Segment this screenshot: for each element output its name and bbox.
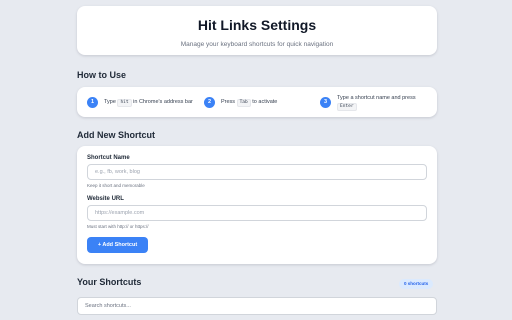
- website-url-input[interactable]: [87, 205, 427, 221]
- step-2: 2 Press Tab to activate: [204, 87, 314, 117]
- how-to-use-card: 1 Type hit in Chrome's address bar 2 Pre…: [77, 87, 437, 117]
- step-text: Type a shortcut name and press Enter: [337, 94, 416, 111]
- website-url-hint: Must start with http:// or https://: [87, 224, 149, 229]
- step-text: Press Tab to activate: [221, 98, 277, 107]
- how-to-use-heading: How to Use: [77, 70, 127, 80]
- search-shortcuts-input[interactable]: [77, 297, 437, 315]
- add-shortcut-button[interactable]: + Add Shortcut: [87, 237, 148, 253]
- add-shortcut-heading: Add New Shortcut: [77, 130, 155, 140]
- shortcut-name-hint: Keep it short and memorable: [87, 183, 145, 188]
- step-text-before: Press: [221, 98, 236, 105]
- website-url-label: Website URL: [87, 196, 124, 202]
- key-hit: hit: [117, 98, 132, 107]
- add-shortcut-form: Shortcut Name Keep it short and memorabl…: [77, 146, 437, 264]
- page-subtitle: Manage your keyboard shortcuts for quick…: [180, 41, 334, 48]
- shortcut-name-input[interactable]: [87, 164, 427, 180]
- step-text-before: Type a shortcut name and press: [337, 94, 416, 101]
- key-enter: Enter: [337, 102, 357, 111]
- step-3: 3 Type a shortcut name and press Enter: [320, 87, 432, 117]
- add-shortcut-button-label: + Add Shortcut: [97, 242, 138, 248]
- shortcut-count-badge: 0 shortcuts: [399, 279, 434, 289]
- shortcut-name-label: Shortcut Name: [87, 155, 130, 161]
- step-number: 2: [204, 96, 215, 108]
- step-number: 1: [87, 96, 98, 108]
- header-card: Hit Links Settings Manage your keyboard …: [77, 6, 437, 55]
- step-number: 3: [320, 96, 331, 108]
- step-text: Type hit in Chrome's address bar: [104, 98, 193, 107]
- step-1: 1 Type hit in Chrome's address bar: [87, 87, 197, 117]
- step-text-after: to activate: [252, 98, 278, 105]
- step-text-after: in Chrome's address bar: [133, 98, 193, 105]
- page-title: Hit Links Settings: [197, 17, 317, 33]
- your-shortcuts-heading: Your Shortcuts: [77, 277, 142, 287]
- key-tab: Tab: [236, 98, 251, 107]
- step-text-before: Type: [104, 98, 116, 105]
